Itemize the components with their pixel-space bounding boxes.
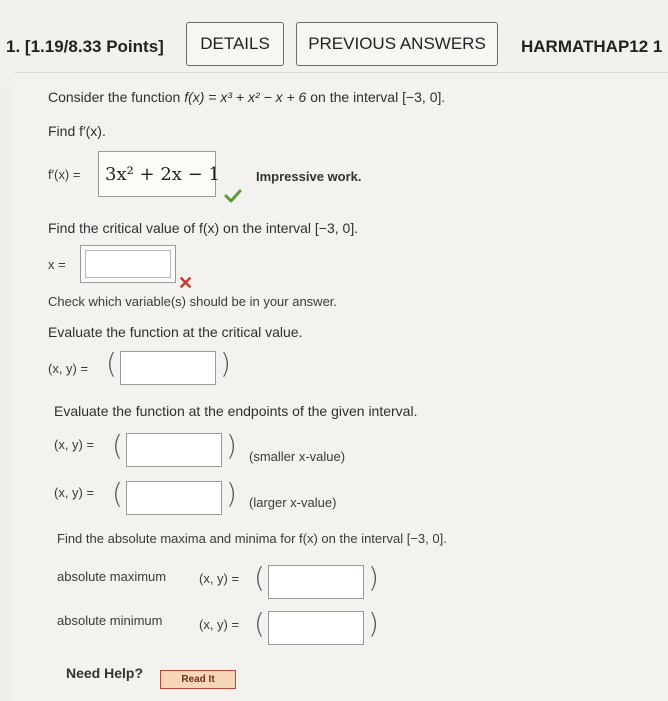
previous-answers-button[interactable]: PREVIOUS ANSWERS <box>296 22 498 66</box>
endpoint-larger-note: (larger x-value) <box>249 495 337 510</box>
interval-text: on the interval [−3, 0]. <box>306 89 446 105</box>
open-paren-icon: ( <box>112 429 123 462</box>
open-paren-icon: ( <box>254 607 265 640</box>
derivative-answer-box[interactable]: 3x² + 2x − 1 <box>98 151 220 197</box>
absolute-extrema-prompt: Find the absolute maxima and minima for … <box>57 531 447 546</box>
find-derivative-prompt: Find f′(x). <box>48 123 106 139</box>
absolute-min-input[interactable] <box>268 611 364 645</box>
derivative-feedback: Impressive work. <box>256 169 362 184</box>
read-it-button[interactable]: Read It <box>160 670 236 689</box>
assignment-code: HARMATHAP12 1 <box>521 37 663 56</box>
eval-critical-prompt: Evaluate the function at the critical va… <box>48 324 303 340</box>
endpoint-larger-input[interactable] <box>126 481 222 515</box>
details-button[interactable]: DETAILS <box>186 22 284 66</box>
open-paren-icon: ( <box>106 347 117 380</box>
critical-value-prompt: Find the critical value of f(x) on the i… <box>48 220 359 236</box>
intro-text: Consider the function <box>48 89 185 105</box>
derivative-label: f′(x) = <box>48 167 81 182</box>
critical-label: x = <box>48 257 66 272</box>
question-body: Consider the function f(x) = x³ + x² − x… <box>14 72 668 701</box>
absolute-max-label: absolute maximum <box>57 569 167 584</box>
close-paren-icon: ) <box>368 607 379 640</box>
absolute-min-point-label: (x, y) = <box>199 617 240 632</box>
endpoint-smaller-note: (smaller x-value) <box>249 449 346 464</box>
absolute-max-point-label: (x, y) = <box>199 571 240 586</box>
absolute-max-input[interactable] <box>268 565 364 599</box>
correct-check-icon <box>224 189 242 203</box>
eval-endpoints-prompt: Evaluate the function at the endpoints o… <box>54 403 418 419</box>
endpoint-smaller-input[interactable] <box>126 433 222 467</box>
close-paren-icon: ) <box>226 477 237 510</box>
critical-value-box <box>80 245 176 283</box>
critical-value-input[interactable] <box>85 250 171 278</box>
incorrect-x-icon: ✕ <box>178 273 194 293</box>
close-paren-icon: ) <box>226 429 237 462</box>
close-paren-icon: ) <box>220 347 231 380</box>
need-help-label: Need Help? <box>66 665 144 681</box>
function-expression: f(x) = x³ + x² − x + 6 <box>184 89 307 105</box>
question-number-points: 1. [1.19/8.33 Points] <box>6 37 164 57</box>
endpoint-larger-point-label: (x, y) = <box>54 485 95 500</box>
eval-critical-point-label: (x, y) = <box>48 361 89 376</box>
problem-statement: Consider the function f(x) = x³ + x² − x… <box>48 89 445 105</box>
critical-error-message: Check which variable(s) should be in you… <box>48 294 338 309</box>
open-paren-icon: ( <box>254 561 265 594</box>
derivative-answer: 3x² + 2x − 1 <box>105 164 220 185</box>
close-paren-icon: ) <box>368 561 379 594</box>
open-paren-icon: ( <box>112 477 123 510</box>
eval-critical-input[interactable] <box>120 351 216 385</box>
question-number: 1. <box>6 37 21 56</box>
question-points: [1.19/8.33 Points] <box>24 37 164 56</box>
endpoint-smaller-point-label: (x, y) = <box>54 437 95 452</box>
absolute-min-label: absolute minimum <box>57 613 163 628</box>
